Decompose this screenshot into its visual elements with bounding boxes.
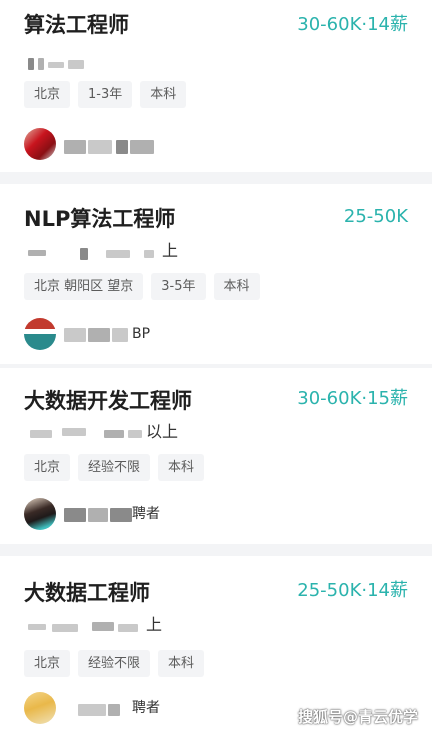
tag-education: 本科 xyxy=(158,454,205,481)
company-text: 上 xyxy=(162,241,179,260)
tag-education: 本科 xyxy=(213,273,260,300)
tag-experience: 1-3年 xyxy=(78,81,133,108)
job-tags: 北京 1-3年 本科 xyxy=(24,81,187,108)
job-title: NLP算法工程师 xyxy=(24,207,176,231)
job-title: 大数据开发工程师 xyxy=(24,389,192,413)
company-text: 以上 xyxy=(146,422,179,441)
job-salary: 30-60K·14薪 xyxy=(297,14,408,35)
job-title: 大数据工程师 xyxy=(24,581,150,605)
company-info xyxy=(24,52,144,74)
recruiter-info xyxy=(24,128,184,160)
job-title: 算法工程师 xyxy=(24,13,129,37)
company-info: 上 xyxy=(24,614,194,636)
recruiter-avatar xyxy=(24,692,56,724)
tag-location: 北京 xyxy=(24,81,71,108)
company-info: 上 xyxy=(24,240,194,262)
recruiter-info: 聘者 xyxy=(24,498,184,530)
company-info: 以上 xyxy=(24,421,194,443)
tag-experience: 经验不限 xyxy=(78,454,151,481)
recruiter-info: 聘者 xyxy=(24,692,184,724)
job-card[interactable]: 算法工程师 30-60K·14薪 北京 1-3年 本科 xyxy=(0,0,432,172)
job-tags: 北京 经验不限 本科 xyxy=(24,650,205,677)
tag-location: 北京 朝阳区 望京 xyxy=(24,273,144,300)
tag-experience: 经验不限 xyxy=(78,650,151,677)
job-tags: 北京 朝阳区 望京 3-5年 本科 xyxy=(24,273,260,300)
tag-location: 北京 xyxy=(24,454,71,481)
job-salary: 25-50K xyxy=(343,206,408,227)
tag-location: 北京 xyxy=(24,650,71,677)
job-card[interactable]: 大数据开发工程师 30-60K·15薪 以上 北京 经验不限 本科 聘者 xyxy=(0,368,432,544)
tag-education: 本科 xyxy=(158,650,205,677)
job-card[interactable]: NLP算法工程师 25-50K 上 北京 朝阳区 望京 3-5年 本科 BP xyxy=(0,184,432,364)
tag-education: 本科 xyxy=(140,81,187,108)
tag-experience: 3-5年 xyxy=(151,273,206,300)
job-salary: 25-50K·14薪 xyxy=(297,580,408,601)
recruiter-text: 聘者 xyxy=(132,700,160,716)
recruiter-avatar xyxy=(24,318,56,350)
recruiter-text: BP xyxy=(132,326,151,342)
job-tags: 北京 经验不限 本科 xyxy=(24,454,205,481)
job-salary: 30-60K·15薪 xyxy=(297,388,408,409)
recruiter-text: 聘者 xyxy=(132,506,160,522)
watermark: 搜狐号@青云优学 xyxy=(297,708,418,726)
recruiter-avatar xyxy=(24,128,56,160)
recruiter-avatar xyxy=(24,498,56,530)
company-text: 上 xyxy=(146,615,163,634)
recruiter-info: BP xyxy=(24,318,184,350)
